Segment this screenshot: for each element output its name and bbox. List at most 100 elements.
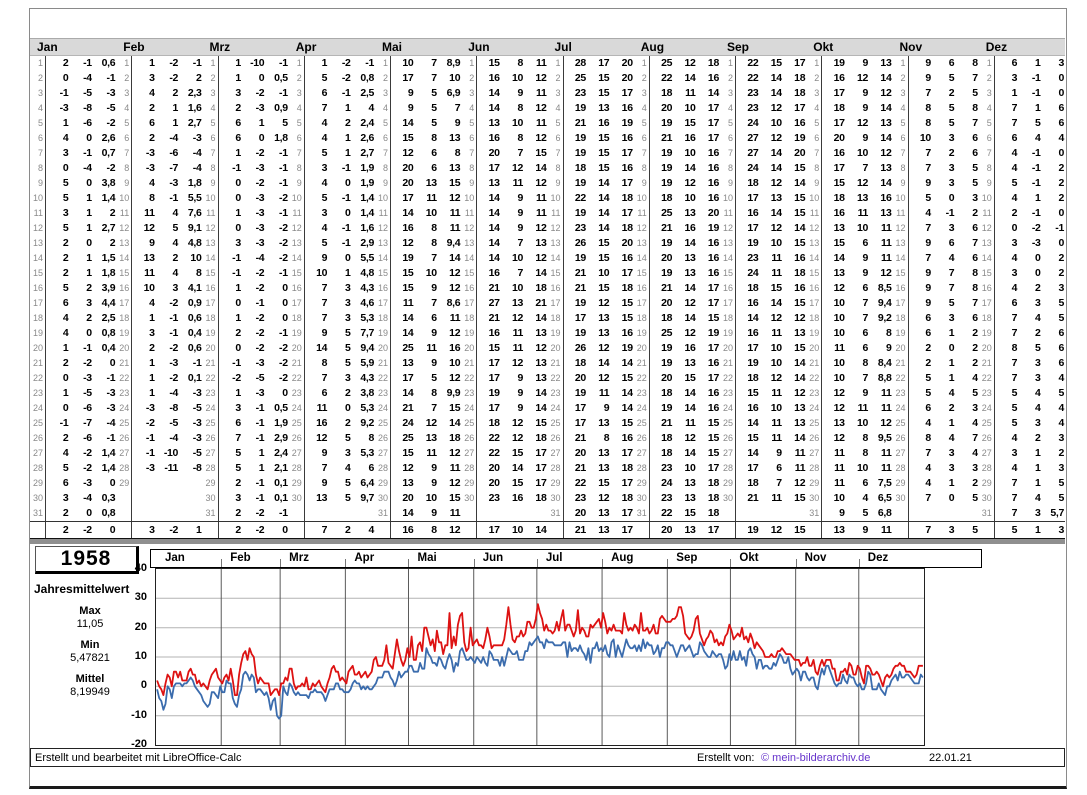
value-group: 7 3 4,3 — [303, 281, 375, 296]
value-cell: 6 — [431, 312, 437, 324]
day-number — [720, 522, 733, 538]
value-cell — [524, 506, 547, 521]
value-cell: 3 — [345, 447, 351, 459]
value-cell: 13 — [598, 462, 610, 474]
day-number: 7 — [210, 148, 216, 158]
table-row: 7 -3 -6 -4 — [116, 146, 202, 161]
table-row: 17 10 14 — [461, 521, 548, 538]
value-cell: 3 — [62, 492, 69, 504]
value-cell: -2 — [255, 342, 265, 354]
value-cell: 2 — [1035, 432, 1041, 444]
day-number: 1 — [37, 58, 43, 68]
value-group: 6 3 4,4 — [45, 296, 116, 311]
value-cell: 13 — [684, 207, 696, 219]
chart-month-label: Aug — [611, 552, 634, 564]
table-row: 12 13 10 11 — [806, 221, 892, 236]
table-row: 12 12 5 9,1 — [116, 221, 202, 236]
value-group: 9 3 5,3 — [303, 446, 375, 461]
value-cell: 9 — [862, 524, 869, 536]
value-cell: -2 — [279, 222, 288, 234]
table-row: 23 15 11 12 — [720, 386, 806, 401]
value-group: 16 12 14 — [821, 71, 892, 86]
day-number: 13 — [119, 238, 130, 248]
value-cell: -1 — [255, 492, 265, 504]
value-cell: 12 — [598, 297, 610, 309]
footer-link[interactable]: © mein-bilderarchiv.de — [761, 749, 870, 768]
value-cell: 17 — [747, 462, 759, 474]
day-number: 11 — [292, 208, 302, 218]
value-cell: 4 — [368, 524, 375, 536]
day-number: 18 — [464, 313, 475, 323]
day-number: 17 — [377, 298, 388, 308]
value-cell: 10 — [449, 72, 461, 84]
day-number: 3 — [124, 88, 130, 98]
value-group: 545 — [907, 386, 979, 401]
value-group: 17 12 14 — [735, 221, 806, 236]
table-row: 13 2 0 2 — [30, 236, 116, 251]
value-group: 514 — [907, 371, 979, 386]
value-cell: 16 — [747, 402, 759, 414]
day-number: 27 — [464, 448, 475, 458]
day-number: 5 — [210, 118, 216, 128]
table-row: 16 5 2 3,9 — [30, 281, 116, 296]
table-row: 27 22 15 17 — [461, 446, 547, 461]
table-row: 6 4 0 2,6 — [30, 131, 116, 146]
day-number: 22 — [722, 373, 733, 383]
value-cell: -6 — [83, 402, 92, 414]
value-group: 21 10 17 — [562, 266, 634, 281]
value-cell: 3 — [1011, 447, 1018, 459]
value-cell: 13 — [833, 417, 845, 429]
table-row: 21 13 17 — [547, 521, 634, 538]
value-group: 19 11 14 — [562, 386, 634, 401]
value-cell: 13 — [535, 327, 547, 339]
value-cell: 5 — [321, 192, 328, 204]
value-group: 10 3 6 — [907, 131, 979, 146]
value-cell: 5 — [345, 327, 351, 339]
day-number — [203, 522, 216, 538]
value-group: 17 13 15 — [562, 311, 634, 326]
value-group: 724 — [303, 522, 375, 538]
value-cell: 1 — [86, 207, 92, 219]
day-number: 7 — [986, 148, 992, 158]
table-row: 26 21 8 16 — [548, 431, 634, 446]
day-number: 15 — [722, 268, 733, 278]
value-cell: 12 — [880, 267, 892, 279]
table-row: 11 1 -3 -1 — [203, 206, 289, 221]
table-row: 2 0 -4 -1 — [30, 71, 116, 86]
day-number: 16 — [464, 283, 475, 293]
value-cell: 19 — [402, 252, 414, 264]
value-cell: 14 — [402, 327, 414, 339]
table-row: 24 3 -1 0,5 — [203, 401, 289, 416]
day-number: 8 — [382, 163, 388, 173]
value-cell: -2 — [341, 72, 351, 84]
value-cell: 16 — [684, 222, 696, 234]
value-group: -3 -8 -5 — [131, 401, 202, 416]
value-cell: 19 — [661, 177, 673, 189]
value-cell: 14 — [770, 147, 782, 159]
table-row: 22 20 15 17 — [634, 371, 720, 386]
table-row: 7 19 10 16 — [634, 146, 720, 161]
value-cell: 18 — [621, 282, 633, 294]
value-cell: 0,6 — [101, 57, 116, 69]
day-number: 11 — [119, 208, 130, 218]
value-group — [131, 491, 202, 506]
table-row: 8 17 7 13 — [806, 161, 892, 176]
value-cell: 15 — [402, 447, 414, 459]
table-row: 3725 — [893, 86, 979, 101]
value-cell: 12 — [598, 372, 610, 384]
value-cell: 5 — [345, 342, 351, 354]
value-cell — [759, 506, 782, 521]
table-row: 8 18 15 16 — [548, 161, 634, 176]
value-cell: 14 — [833, 252, 845, 264]
day-number — [289, 506, 302, 521]
day-number: 5 — [641, 118, 647, 128]
day-number: 10 — [722, 193, 733, 203]
day-number: 18 — [291, 313, 302, 323]
table-row: 29 24 13 18 — [634, 476, 720, 491]
value-cell: 15 — [598, 477, 610, 489]
table-row: 25 -1 -7 -4 — [30, 416, 116, 431]
value-cell: 19 — [661, 162, 673, 174]
day-number: 8 — [814, 163, 820, 173]
value-cell: 16 — [621, 432, 633, 444]
value-cell: 11 — [426, 342, 437, 354]
